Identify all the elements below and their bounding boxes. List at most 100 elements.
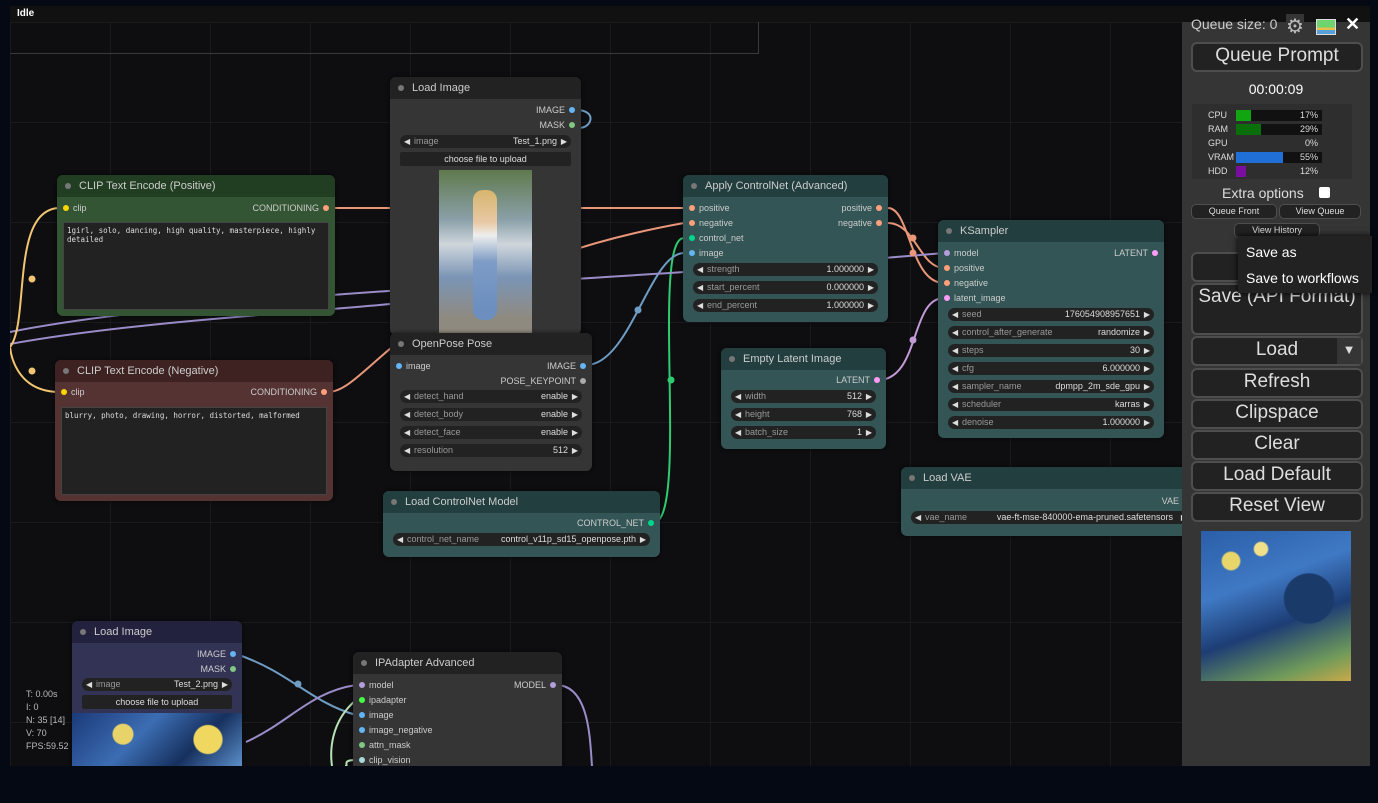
control-after-generate-combo[interactable]: ◀ control_after_generate randomize ▶ (948, 326, 1154, 339)
output-slot-image[interactable]: IMAGE (547, 360, 586, 372)
input-slot-negative[interactable]: negative (689, 217, 733, 229)
arrow-left-icon[interactable]: ◀ (952, 308, 958, 321)
slot-dot[interactable] (944, 265, 950, 271)
node-title[interactable]: Empty Latent Image (721, 348, 886, 370)
output-slot-vae[interactable]: VAE (1162, 495, 1182, 507)
arrow-right-icon[interactable]: ▶ (868, 281, 874, 294)
output-slot-control-net[interactable]: CONTROL_NET (577, 517, 654, 529)
seed-number[interactable]: ◀ seed 176054908957651 ▶ (948, 308, 1154, 321)
slot-dot[interactable] (689, 235, 695, 241)
slot-dot[interactable] (359, 742, 365, 748)
upload-button[interactable]: choose file to upload (82, 695, 232, 709)
slot-dot[interactable] (944, 250, 950, 256)
output-slot-negative[interactable]: negative (838, 217, 882, 229)
scheduler-combo[interactable]: ◀ scheduler karras ▶ (948, 398, 1154, 411)
slot-dot[interactable] (550, 682, 556, 688)
output-slot-positive[interactable]: positive (841, 202, 882, 214)
arrow-left-icon[interactable]: ◀ (915, 511, 921, 524)
slot-dot[interactable] (359, 682, 365, 688)
queue-front-button[interactable]: Queue Front (1191, 204, 1277, 219)
load-image-node[interactable]: Load Image IMAGE MASK ◀ image Test_1.png ▶ … (390, 77, 581, 335)
arrow-left-icon[interactable]: ◀ (952, 344, 958, 357)
slot-dot[interactable] (359, 712, 365, 718)
height-number[interactable]: ◀ height 768 ▶ (731, 408, 876, 421)
gear-icon[interactable]: ⚙ (1286, 14, 1304, 39)
menu-item-save-as[interactable]: Save as (1246, 244, 1297, 260)
prompt-textarea[interactable]: blurry, photo, drawing, horror, distorte… (61, 407, 327, 495)
upload-button[interactable]: choose file to upload (400, 152, 571, 166)
arrow-left-icon[interactable]: ◀ (735, 390, 741, 403)
input-slot-negative[interactable]: negative (944, 277, 988, 289)
arrow-left-icon[interactable]: ◀ (952, 326, 958, 339)
slot-dot[interactable] (230, 651, 236, 657)
prompt-textarea[interactable]: 1girl, solo, dancing, high quality, mast… (63, 222, 329, 310)
output-preview-image[interactable] (1201, 531, 1351, 681)
slot-dot[interactable] (569, 122, 575, 128)
load-image-2-node[interactable]: Load Image IMAGE MASK ◀ image Test_2.png ▶ … (72, 621, 242, 766)
view-queue-button[interactable]: View Queue (1279, 204, 1361, 219)
slot-dot[interactable] (359, 727, 365, 733)
input-slot-attn-mask[interactable]: attn_mask (359, 739, 411, 751)
steps-number[interactable]: ◀ steps 30 ▶ (948, 344, 1154, 357)
refresh-button[interactable]: Refresh (1191, 368, 1363, 398)
openpose-pose-node[interactable]: OpenPose Pose image IMAGE POSE_KEYPOINT … (390, 333, 592, 471)
arrow-right-icon[interactable]: ▶ (1144, 380, 1150, 393)
arrow-left-icon[interactable]: ◀ (397, 533, 403, 546)
input-slot-image-negative[interactable]: image_negative (359, 724, 433, 736)
arrow-left-icon[interactable]: ◀ (735, 426, 741, 439)
input-slot-latent-image[interactable]: latent_image (944, 292, 1006, 304)
slot-dot[interactable] (1152, 250, 1158, 256)
slot-dot[interactable] (874, 377, 880, 383)
arrow-right-icon[interactable]: ▶ (1144, 362, 1150, 375)
image-combo[interactable]: ◀ image Test_1.png ▶ (400, 135, 571, 148)
arrow-right-icon[interactable]: ▶ (1144, 398, 1150, 411)
slot-dot[interactable] (396, 363, 402, 369)
node-title[interactable]: Load ControlNet Model (383, 491, 660, 513)
slot-dot[interactable] (569, 107, 575, 113)
slot-dot[interactable] (876, 205, 882, 211)
output-slot-latent[interactable]: LATENT (1114, 247, 1158, 259)
image-gallery-icon[interactable] (1316, 19, 1336, 35)
arrow-right-icon[interactable]: ▶ (1144, 344, 1150, 357)
arrow-left-icon[interactable]: ◀ (735, 408, 741, 421)
clip-text-encode-positive-node[interactable]: CLIP Text Encode (Positive) clip CONDITI… (57, 175, 335, 316)
arrow-right-icon[interactable]: ▶ (572, 426, 578, 439)
slot-dot[interactable] (323, 205, 329, 211)
input-slot-model[interactable]: model (944, 247, 979, 259)
arrow-right-icon[interactable]: ▶ (561, 135, 567, 148)
arrow-right-icon[interactable]: ▶ (866, 426, 872, 439)
detect-face-combo[interactable]: ◀ detect_face enable ▶ (400, 426, 582, 439)
load-controlnet-model-node[interactable]: Load ControlNet Model CONTROL_NET ◀ contr… (383, 491, 660, 557)
input-slot-positive[interactable]: positive (689, 202, 730, 214)
slot-dot[interactable] (580, 378, 586, 384)
load-default-button[interactable]: Load Default (1191, 461, 1363, 491)
start-percent-number[interactable]: ◀ start_percent 0.000000 ▶ (693, 281, 878, 294)
arrow-right-icon[interactable]: ▶ (572, 390, 578, 403)
arrow-left-icon[interactable]: ◀ (404, 390, 410, 403)
input-slot-control-net[interactable]: control_net (689, 232, 744, 244)
arrow-left-icon[interactable]: ◀ (404, 444, 410, 457)
ipadapter-advanced-node[interactable]: IPAdapter Advanced model ipadapter image… (353, 652, 562, 766)
image-combo[interactable]: ◀ image Test_2.png ▶ (82, 678, 232, 691)
arrow-left-icon[interactable]: ◀ (697, 299, 703, 312)
arrow-right-icon[interactable]: ▶ (1144, 416, 1150, 429)
node-title[interactable]: OpenPose Pose (390, 333, 592, 355)
extra-options-checkbox[interactable] (1319, 187, 1330, 198)
slot-dot[interactable] (580, 363, 586, 369)
cfg-number[interactable]: ◀ cfg 6.000000 ▶ (948, 362, 1154, 375)
input-slot-ipadapter[interactable]: ipadapter (359, 694, 407, 706)
input-slot-clip[interactable]: clip (61, 386, 85, 398)
slot-dot[interactable] (944, 295, 950, 301)
empty-latent-image-node[interactable]: Empty Latent Image LATENT ◀ width 512 ▶ ◀ he… (721, 348, 886, 449)
slot-dot[interactable] (689, 250, 695, 256)
batch-size-number[interactable]: ◀ batch_size 1 ▶ (731, 426, 876, 439)
output-slot-latent[interactable]: LATENT (836, 374, 880, 386)
arrow-left-icon[interactable]: ◀ (952, 380, 958, 393)
queue-prompt-button[interactable]: Queue Prompt (1191, 42, 1363, 72)
denoise-number[interactable]: ◀ denoise 1.000000 ▶ (948, 416, 1154, 429)
width-number[interactable]: ◀ width 512 ▶ (731, 390, 876, 403)
resolution-number[interactable]: ◀ resolution 512 ▶ (400, 444, 582, 457)
arrow-left-icon[interactable]: ◀ (404, 426, 410, 439)
graph-canvas[interactable]: CLIP Text Encode (Positive) clip CONDITI… (10, 22, 1182, 766)
arrow-right-icon[interactable]: ▶ (572, 444, 578, 457)
